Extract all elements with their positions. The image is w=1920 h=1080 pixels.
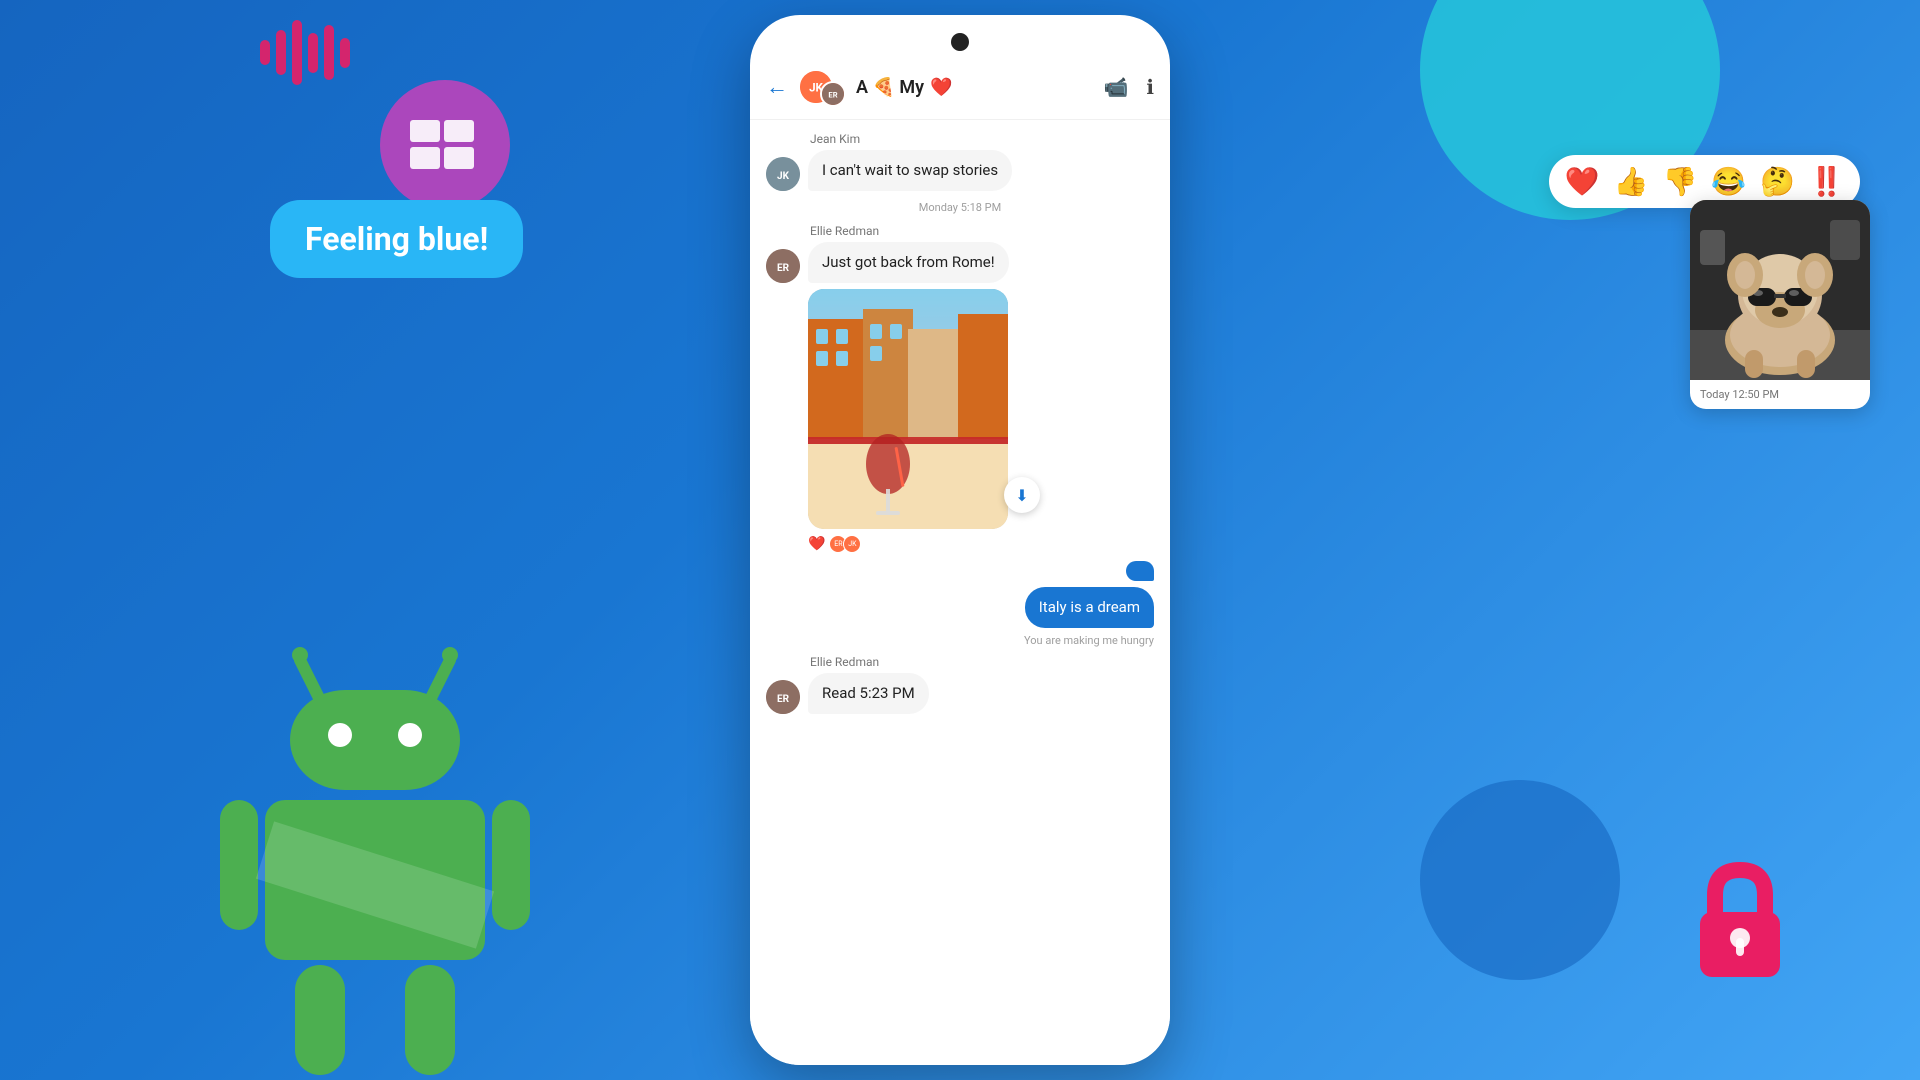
sender-name-ellie-1: Ellie Redman xyxy=(810,224,1154,238)
reaction-laugh-button[interactable]: 😂 xyxy=(1711,165,1746,198)
back-button[interactable]: ← xyxy=(766,74,788,100)
header-icons: 📹 ℹ xyxy=(1103,75,1154,99)
dog-photo-time-text: Today 12:50 PM xyxy=(1700,388,1779,401)
feeling-blue-label: Feeling blue! xyxy=(305,220,488,258)
sound-bar xyxy=(308,33,318,73)
reaction-thumbsdown-button[interactable]: 👎 xyxy=(1663,165,1698,198)
phone-notch xyxy=(750,15,1170,59)
sender-name-jean: Jean Kim xyxy=(810,132,1154,146)
lock-svg xyxy=(1690,860,1790,980)
chat-messages: Jean Kim JK I can't wait to swap stories… xyxy=(750,120,1170,1065)
image-message-container: ⬇ ❤️ ER JK xyxy=(808,289,1008,553)
avatar-ellie-2: ER xyxy=(766,680,800,714)
app-icon-block xyxy=(410,147,440,169)
download-button[interactable]: ⬇ xyxy=(1004,477,1040,513)
read-receipt: You are making me hungry xyxy=(766,634,1154,647)
sound-bar xyxy=(292,20,302,85)
avatar-secondary: ER xyxy=(820,81,846,107)
reaction-avatar-2: JK xyxy=(843,535,861,553)
info-button[interactable]: ℹ xyxy=(1146,75,1154,99)
message-row-ellie-2: ER Read 5:23 PM xyxy=(766,673,1154,714)
bubble-outgoing-2: Italy is a dream xyxy=(1025,587,1154,628)
header-heart-emoji: ❤️ xyxy=(930,77,952,98)
header-title-text: A 🍕 My xyxy=(856,77,924,98)
app-icon-circle xyxy=(380,80,510,210)
app-icon-inner xyxy=(410,120,480,170)
svg-text:JK: JK xyxy=(777,171,790,182)
sound-bar xyxy=(340,38,350,68)
reaction-thumbsup-button[interactable]: 👍 xyxy=(1614,165,1649,198)
svg-text:ER: ER xyxy=(777,263,790,274)
message-text: Read 5:23 PM xyxy=(822,684,915,702)
message-text: Just got back from Rome! xyxy=(822,253,995,271)
android-robot-decoration xyxy=(200,600,550,1080)
phone-camera-dot xyxy=(951,33,969,51)
phone-frame: ← JK ER A 🍕 My ❤️ 📹 ℹ xyxy=(750,15,1170,1065)
dog-photo-image xyxy=(1690,200,1870,380)
image-message[interactable] xyxy=(808,289,1008,529)
timestamp-monday: Monday 5:18 PM xyxy=(766,201,1154,214)
bg-circle-blue-dark xyxy=(1420,780,1620,980)
header-avatar-group: JK ER xyxy=(798,67,846,107)
reaction-heart-button[interactable]: ❤️ xyxy=(1565,165,1600,198)
reaction-heart-icon: ❤️ xyxy=(808,536,825,552)
header-title: A 🍕 My ❤️ xyxy=(856,77,1093,98)
feeling-blue-bubble: Feeling blue! xyxy=(270,200,523,278)
svg-text:ER: ER xyxy=(777,694,790,705)
app-icon-block xyxy=(444,120,474,142)
reaction-think-button[interactable]: 🤔 xyxy=(1760,165,1795,198)
dog-photo-card: Today 12:50 PM xyxy=(1690,200,1870,409)
timestamp-text: Monday 5:18 PM xyxy=(919,201,1001,214)
bubble-ellie-2: Read 5:23 PM xyxy=(808,673,929,714)
read-receipt-text: You are making me hungry xyxy=(1024,634,1154,647)
chat-header: ← JK ER A 🍕 My ❤️ 📹 ℹ xyxy=(750,59,1170,120)
sound-bar xyxy=(276,30,286,75)
bubble-outgoing-1 xyxy=(1126,561,1154,581)
dog-photo-timestamp: Today 12:50 PM xyxy=(1690,380,1870,409)
message-row-outgoing-2: Italy is a dream xyxy=(766,587,1154,628)
avatar-jean: JK xyxy=(766,157,800,191)
sender-name-ellie-2: Ellie Redman xyxy=(810,655,1154,669)
sound-bar xyxy=(260,40,270,65)
message-row-jean: JK I can't wait to swap stories xyxy=(766,150,1154,191)
lock-decoration xyxy=(1690,860,1790,980)
app-icon-block xyxy=(444,147,474,169)
bubble-jean-1: I can't wait to swap stories xyxy=(808,150,1012,191)
reaction-avatars: ER JK xyxy=(829,535,861,553)
image-reactions: ❤️ ER JK xyxy=(808,535,1008,553)
svg-text:ER: ER xyxy=(828,90,837,99)
message-row-outgoing-1 xyxy=(766,561,1154,581)
bubble-ellie-1: Just got back from Rome! xyxy=(808,242,1009,283)
dog-svg xyxy=(1690,200,1870,380)
message-row-ellie-1: ER Just got back from Rome! xyxy=(766,242,1154,283)
sound-bar xyxy=(324,25,334,80)
avatar-ellie-1: ER xyxy=(766,249,800,283)
message-text: Italy is a dream xyxy=(1039,598,1140,616)
app-icon-block xyxy=(410,120,440,142)
image-overlay-svg xyxy=(808,289,1008,529)
video-call-button[interactable]: 📹 xyxy=(1103,75,1128,99)
message-text: I can't wait to swap stories xyxy=(822,161,998,179)
sound-wave-decoration xyxy=(260,20,350,85)
reaction-exclaim-button[interactable]: ‼️ xyxy=(1809,165,1844,198)
